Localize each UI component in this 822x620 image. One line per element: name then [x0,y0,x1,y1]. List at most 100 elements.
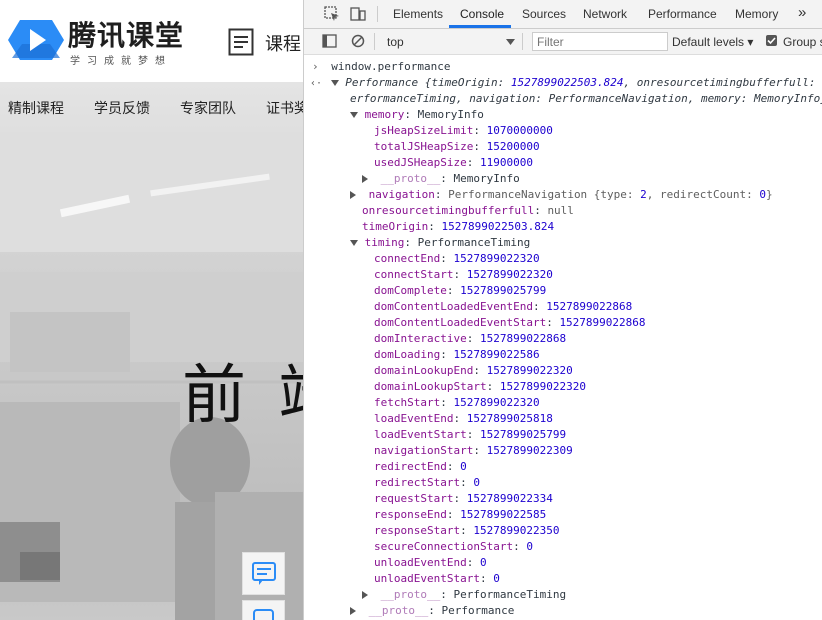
tree-row-timing[interactable]: timing: PerformanceTiming [350,235,530,251]
property-colon: : [479,572,494,585]
property-key: totalJSHeapSize [374,140,474,153]
property-colon: : [466,556,480,569]
property-value: 1527899022320 [453,252,540,265]
console-result-line[interactable]: ‹· Performance {timeOrigin: 152789902250… [310,75,816,91]
expand-triangle-icon[interactable] [350,240,358,246]
tree-row-timing-field: loadEventStart: 1527899025799 [374,427,566,443]
show-sidebar-icon[interactable] [322,34,337,48]
property-key: domLoading [374,348,441,361]
tree-row-timeorigin: timeOrigin: 1527899022503.824 [362,220,555,233]
property-key: onresourcetimingbufferfull [362,204,535,217]
expand-triangle-icon[interactable] [330,80,339,86]
tab-console[interactable]: Console [460,7,504,21]
tab-performance[interactable]: Performance [648,7,717,21]
nav-item-courses[interactable]: 精制课程 [8,98,64,118]
property-key: timeOrigin [362,220,429,233]
property-value: 1527899022586 [453,348,540,361]
context-selector[interactable]: top [380,32,518,51]
property-key: loadEventStart [374,428,467,441]
chat-button[interactable] [242,552,285,595]
property-key: domContentLoadedEventStart [374,316,547,329]
expand-triangle-icon[interactable] [350,112,358,118]
property-value: 1527899022868 [559,316,646,329]
property-value: 1527899022868 [546,300,633,313]
property-colon: : [473,444,487,457]
top-navigation: 精制课程 学员反馈 专家团队 证书奖 [0,82,303,130]
tree-row-timing-field: domainLookupEnd: 1527899022320 [374,363,573,379]
clear-console-icon[interactable] [351,34,365,48]
course-list-icon[interactable] [228,28,254,56]
property-key: unloadEventEnd [374,556,467,569]
toolbar-divider [374,33,375,50]
tree-row-timing-field: connectEnd: 1527899022320 [374,251,540,267]
property-key: navigation [368,188,435,201]
group-similar-checkbox[interactable] [766,35,777,46]
tab-elements[interactable]: Elements [393,7,443,21]
logo-title[interactable]: 腾讯课堂 [68,14,184,54]
property-key: timing [364,236,405,249]
tree-row-memory-proto[interactable]: __proto__: MemoryInfo [362,171,520,187]
log-levels-dropdown[interactable]: Default levels ▾ [672,35,753,49]
property-key: redirectStart [374,476,461,489]
property-colon: : [446,508,461,521]
property-colon: : [453,412,467,425]
property-key: requestStart [374,492,454,505]
property-key: loadEventEnd [374,412,454,425]
tree-row-navigation[interactable]: navigation: PerformanceNavigation {type:… [350,187,773,203]
property-value: 11900000 [479,156,533,169]
device-toolbar-icon[interactable] [350,6,366,22]
logo-slogan: 学习成就梦想 [70,56,172,67]
tree-row-timing-field: redirectEnd: 0 [374,459,467,475]
property-key: domInteractive [374,332,467,345]
property-value: 1527899025799 [460,284,547,297]
prompt-chevron-icon: › [312,60,319,73]
property-value: 0 [526,540,533,553]
hero-banner: 精制课程 学员反馈 专家团队 证书奖 前 端 [0,82,303,620]
console-input-line: › window.performance [312,59,450,75]
property-value: 0 [493,572,500,585]
webpage: 腾讯课堂 学习成就梦想 课程 精制课程 学员反馈 专家团队 证书奖 前 [0,0,303,620]
nav-item-feedback[interactable]: 学员反馈 [94,98,150,118]
property-colon: : [460,524,474,537]
contact-button[interactable] [242,600,285,620]
tree-row-timing-field: domInteractive: 1527899022868 [374,331,566,347]
collapse-triangle-icon[interactable] [350,607,360,615]
tree-row-timing-field: domLoading: 1527899022586 [374,347,540,363]
tree-row-root-proto[interactable]: __proto__: Performance [350,603,514,619]
collapse-triangle-icon[interactable] [362,591,372,599]
console-filter-input[interactable] [532,32,668,51]
nav-item-experts[interactable]: 专家团队 [180,98,236,118]
tree-row-onresource: onresourcetimingbufferfull: null [362,204,574,217]
console-toolbar: top Default levels ▾ Group s [304,29,822,55]
tree-row-timing-field: unloadEventStart: 0 [374,571,500,587]
tree-row-timing-proto[interactable]: __proto__: PerformanceTiming [362,587,566,603]
logo-icon[interactable] [8,16,64,64]
property-colon: : [440,396,454,409]
devtools-tab-bar: Elements Console Sources Network Perform… [304,0,822,29]
more-tabs-button[interactable]: » [798,4,806,21]
tree-row-timing-field: fetchStart: 1527899022320 [374,395,540,411]
collapse-triangle-icon[interactable] [350,191,360,199]
tree-row-memory-1: totalJSHeapSize: 15200000 [374,140,540,153]
tree-row-timing-field: secureConnectionStart: 0 [374,539,533,555]
tree-row-timing-field: domComplete: 1527899025799 [374,283,546,299]
inspect-element-icon[interactable] [324,6,340,22]
property-colon: : [513,540,527,553]
contact-icon [253,609,274,620]
course-link[interactable]: 课程 [265,30,301,56]
tab-sources[interactable]: Sources [522,7,566,21]
tab-memory[interactable]: Memory [735,7,778,21]
tree-row-memory[interactable]: memory: MemoryInfo [350,107,484,123]
property-value: null [547,204,574,217]
toolbar-divider [522,33,523,50]
tab-network[interactable]: Network [583,7,627,21]
property-value: 1527899022334 [466,492,553,505]
property-colon: : [446,460,461,473]
property-colon: : [453,268,467,281]
property-colon: : [446,284,461,297]
collapse-triangle-icon[interactable] [362,175,372,183]
nav-item-certificates[interactable]: 证书奖 [266,98,303,118]
navigation-type-value: 2 [640,188,647,201]
group-similar-label: Group s [783,35,822,49]
tree-row-timing-field: loadEventEnd: 1527899025818 [374,411,553,427]
